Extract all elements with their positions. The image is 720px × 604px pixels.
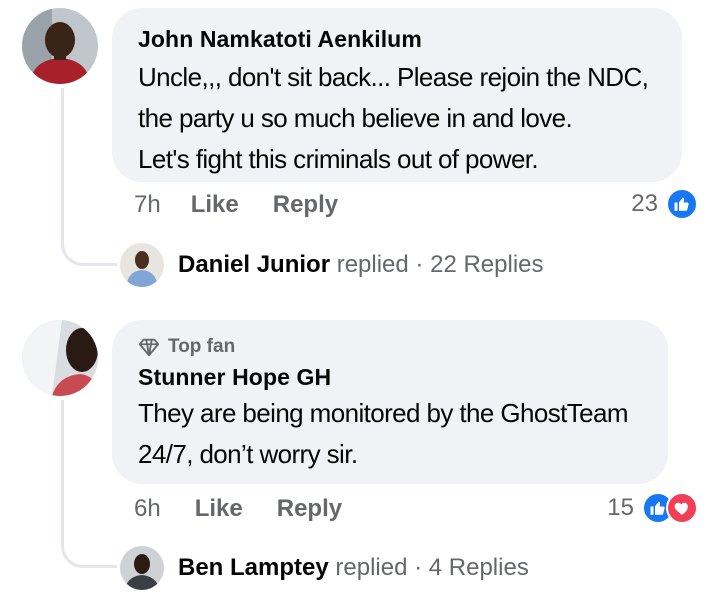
reaction-summary[interactable]: 15 xyxy=(607,492,698,524)
replied-label: replied xyxy=(335,554,408,581)
comment-line: Let's fight this criminals out of power. xyxy=(138,144,539,174)
reaction-count: 23 xyxy=(631,190,658,217)
comment-timestamp[interactable]: 6h xyxy=(134,495,161,523)
comment-author[interactable]: John Namkatoti Aenkilum xyxy=(138,26,656,53)
reply-avatar[interactable] xyxy=(120,243,164,287)
diamond-icon xyxy=(138,338,160,357)
comment-timestamp[interactable]: 7h xyxy=(134,191,161,219)
comment-actions: 7h Like Reply xyxy=(134,191,338,219)
comment-line: the party u so much believe in and love. xyxy=(138,103,573,133)
thread-line xyxy=(61,88,64,238)
replier-name: Daniel Junior xyxy=(178,251,331,278)
thread-connector xyxy=(61,538,117,568)
like-icon xyxy=(666,188,698,220)
like-button[interactable]: Like xyxy=(195,495,243,523)
reply-count: 4 Replies xyxy=(428,554,529,581)
thread-connector xyxy=(61,236,117,266)
view-replies-link[interactable]: Ben Lamptey replied · 4 Replies xyxy=(178,554,529,582)
comment-line: Uncle,,, don't sit back... Please rejoin… xyxy=(138,62,649,92)
comment-line: 24/7, don’t worry sir. xyxy=(138,439,358,469)
love-icon xyxy=(666,492,698,524)
avatar[interactable] xyxy=(22,320,98,396)
reply-button[interactable]: Reply xyxy=(277,495,342,523)
comment-author[interactable]: Stunner Hope GH xyxy=(138,364,642,391)
avatar[interactable] xyxy=(22,8,98,84)
comment-text: They are being monitored by the GhostTea… xyxy=(138,393,642,475)
comment-bubble: John Namkatoti Aenkilum Uncle,,, don't s… xyxy=(112,8,682,182)
replied-label: replied xyxy=(336,251,409,278)
replier-name: Ben Lamptey xyxy=(178,554,329,581)
thread-line xyxy=(61,400,64,540)
top-fan-badge: Top fan xyxy=(138,336,642,358)
view-replies-link[interactable]: Daniel Junior replied · 22 Replies xyxy=(178,251,544,279)
comment-actions: 6h Like Reply xyxy=(134,495,342,523)
comment-line: They are being monitored by the GhostTea… xyxy=(138,398,629,428)
reply-button[interactable]: Reply xyxy=(273,191,338,219)
like-button[interactable]: Like xyxy=(191,191,239,219)
comment-text: Uncle,,, don't sit back... Please rejoin… xyxy=(138,57,656,180)
badge-label: Top fan xyxy=(168,336,236,357)
reply-count: 22 Replies xyxy=(430,251,544,278)
reaction-count: 15 xyxy=(607,494,634,521)
comment-bubble: Top fan Stunner Hope GH They are being m… xyxy=(112,320,668,484)
separator-dot: · xyxy=(414,554,423,581)
reply-avatar[interactable] xyxy=(120,546,164,590)
separator-dot: · xyxy=(415,251,424,278)
reaction-summary[interactable]: 23 xyxy=(631,188,698,220)
